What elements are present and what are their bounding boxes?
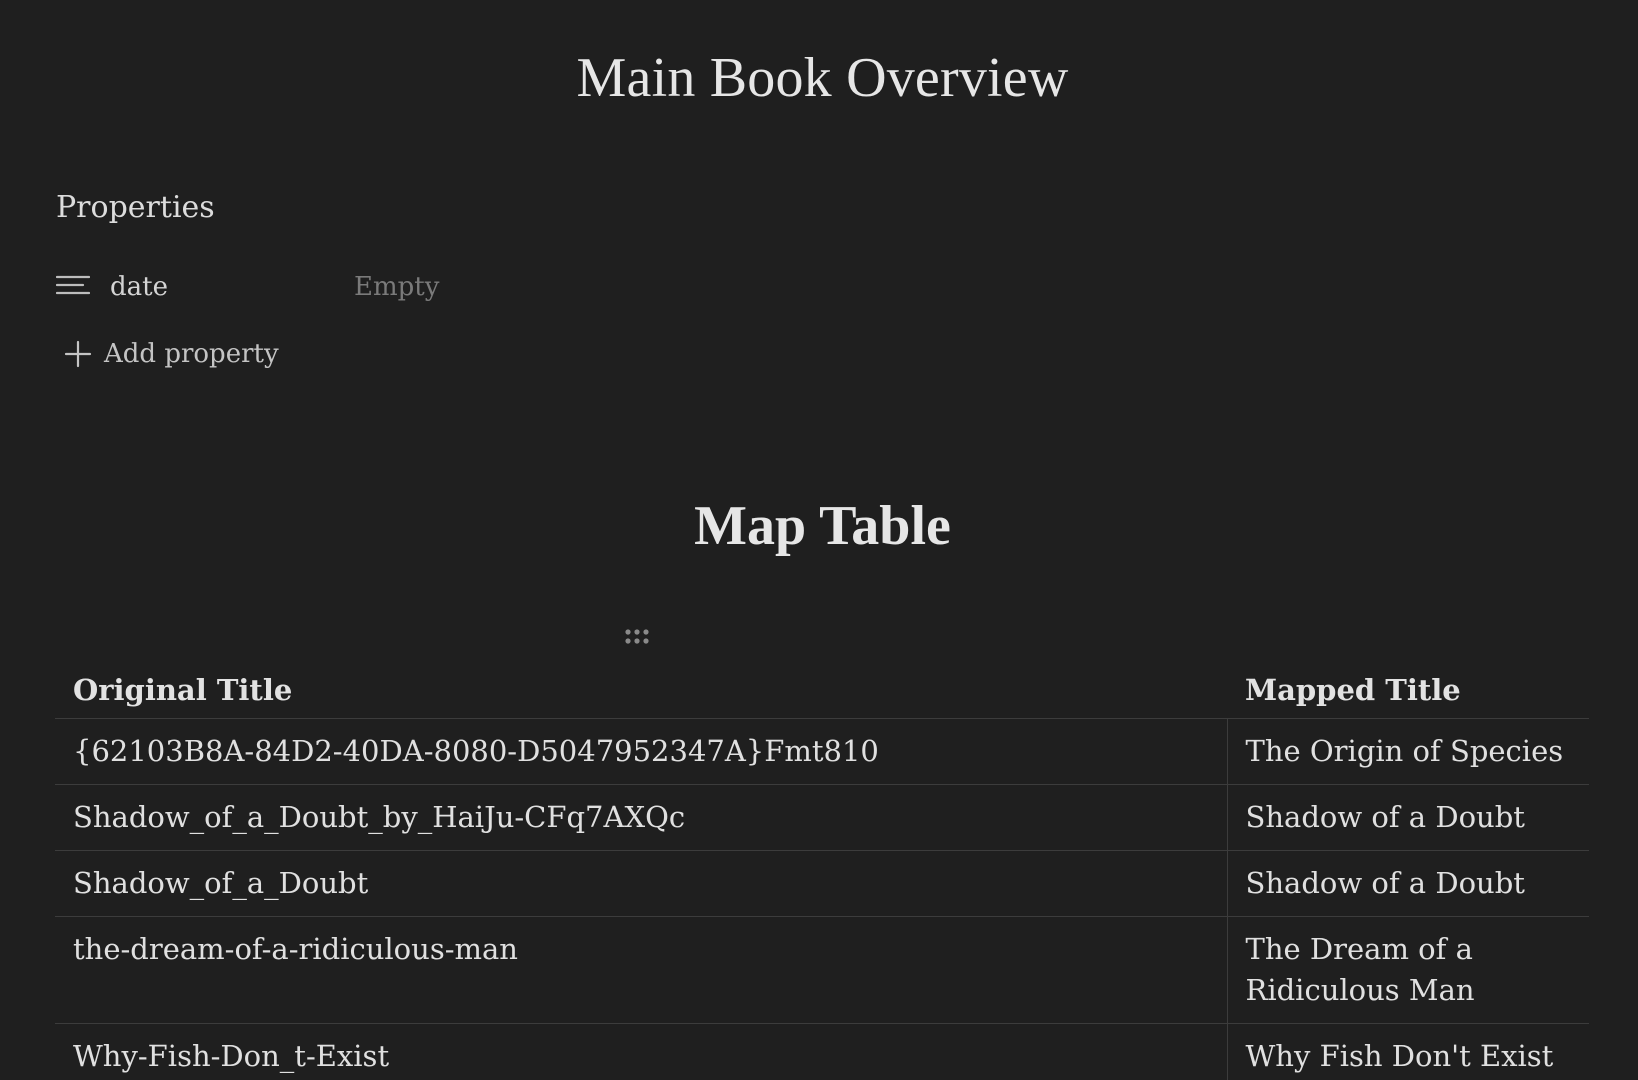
table-row: the-dream-of-a-ridiculous-man The Dream … [55, 915, 1589, 1023]
table-cell-mapped[interactable]: The Dream of a Ridiculous Man [1227, 915, 1589, 1023]
table-row: Why-Fish-Don_t-Exist Why Fish Don't Exis… [55, 1022, 1589, 1080]
table-cell-original[interactable]: the-dream-of-a-ridiculous-man [55, 915, 1228, 1023]
table-row: Shadow_of_a_Doubt_by_HaiJu-CFq7AXQc Shad… [55, 783, 1589, 850]
drag-handle-icon[interactable] [624, 628, 654, 646]
page-title[interactable]: Main Book Overview [0, 46, 1638, 110]
column-header-mapped-title[interactable]: Mapped Title [1227, 663, 1589, 719]
table-cell-mapped[interactable]: Why Fish Don't Exist [1227, 1022, 1589, 1080]
table-cell-original[interactable]: Shadow_of_a_Doubt_by_HaiJu-CFq7AXQc [55, 783, 1228, 850]
table-cell-original[interactable]: Shadow_of_a_Doubt [55, 849, 1228, 916]
property-value[interactable]: Empty [354, 272, 439, 302]
map-table: Original Title Mapped Title {62103B8A-84… [55, 663, 1589, 1080]
add-property-button[interactable]: Add property [62, 338, 279, 370]
property-row-date[interactable]: date Empty [56, 265, 439, 309]
text-lines-icon [56, 274, 90, 300]
table-cell-original[interactable]: Why-Fish-Don_t-Exist [55, 1022, 1228, 1080]
table-row: {62103B8A-84D2-40DA-8080-D5047952347A}Fm… [55, 717, 1589, 784]
plus-icon [62, 338, 94, 370]
properties-heading[interactable]: Properties [56, 190, 215, 225]
table-cell-mapped[interactable]: Shadow of a Doubt [1227, 783, 1589, 850]
table-cell-mapped[interactable]: Shadow of a Doubt [1227, 849, 1589, 916]
section-heading[interactable]: Map Table [0, 494, 1638, 558]
property-name[interactable]: date [110, 272, 354, 302]
add-property-label: Add property [104, 339, 279, 369]
table-cell-original[interactable]: {62103B8A-84D2-40DA-8080-D5047952347A}Fm… [55, 717, 1228, 784]
table-cell-mapped[interactable]: The Origin of Species [1227, 717, 1589, 784]
table-row: Shadow_of_a_Doubt Shadow of a Doubt [55, 849, 1589, 916]
table-header-row: Original Title Mapped Title [55, 663, 1589, 719]
column-header-original-title[interactable]: Original Title [55, 663, 1227, 719]
